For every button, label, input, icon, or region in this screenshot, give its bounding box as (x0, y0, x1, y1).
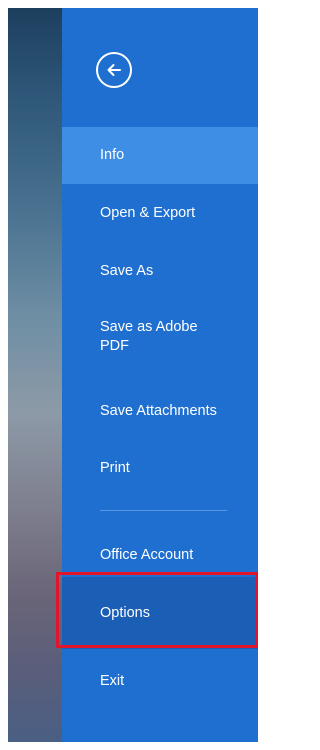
menu-item-label: Print (100, 460, 130, 476)
menu-item-label: Info (100, 147, 125, 163)
menu-item-label: Save as Adobe PDF (100, 319, 198, 354)
menu-item-label: Office Account (100, 547, 194, 563)
menu-item-options[interactable]: Options (62, 577, 258, 649)
menu-item-info[interactable]: Info (62, 127, 258, 184)
menu-item-label: Options (100, 605, 150, 621)
desktop-background (8, 8, 62, 742)
menu-item-label: Save As (100, 263, 154, 279)
menu-item-label: Save Attachments (100, 403, 217, 419)
backstage-menu: Info Open & Export Save As Save as Adobe… (62, 8, 258, 742)
menu-item-exit[interactable]: Exit (62, 672, 258, 691)
menu-item-save-as-adobe-pdf[interactable]: Save as Adobe PDF (62, 318, 258, 356)
menu-item-label: Exit (100, 673, 125, 689)
back-button[interactable] (96, 52, 132, 88)
menu-item-open-export[interactable]: Open & Export (62, 204, 258, 223)
screenshot-frame: Info Open & Export Save As Save as Adobe… (0, 0, 258, 750)
menu-item-print[interactable]: Print (62, 459, 258, 478)
menu-item-save-attachments[interactable]: Save Attachments (62, 402, 258, 421)
menu-divider (100, 510, 227, 511)
menu-item-office-account[interactable]: Office Account (62, 546, 258, 565)
menu-item-label: Open & Export (100, 205, 196, 221)
arrow-left-icon (107, 64, 121, 76)
menu-item-save-as[interactable]: Save As (62, 262, 258, 281)
